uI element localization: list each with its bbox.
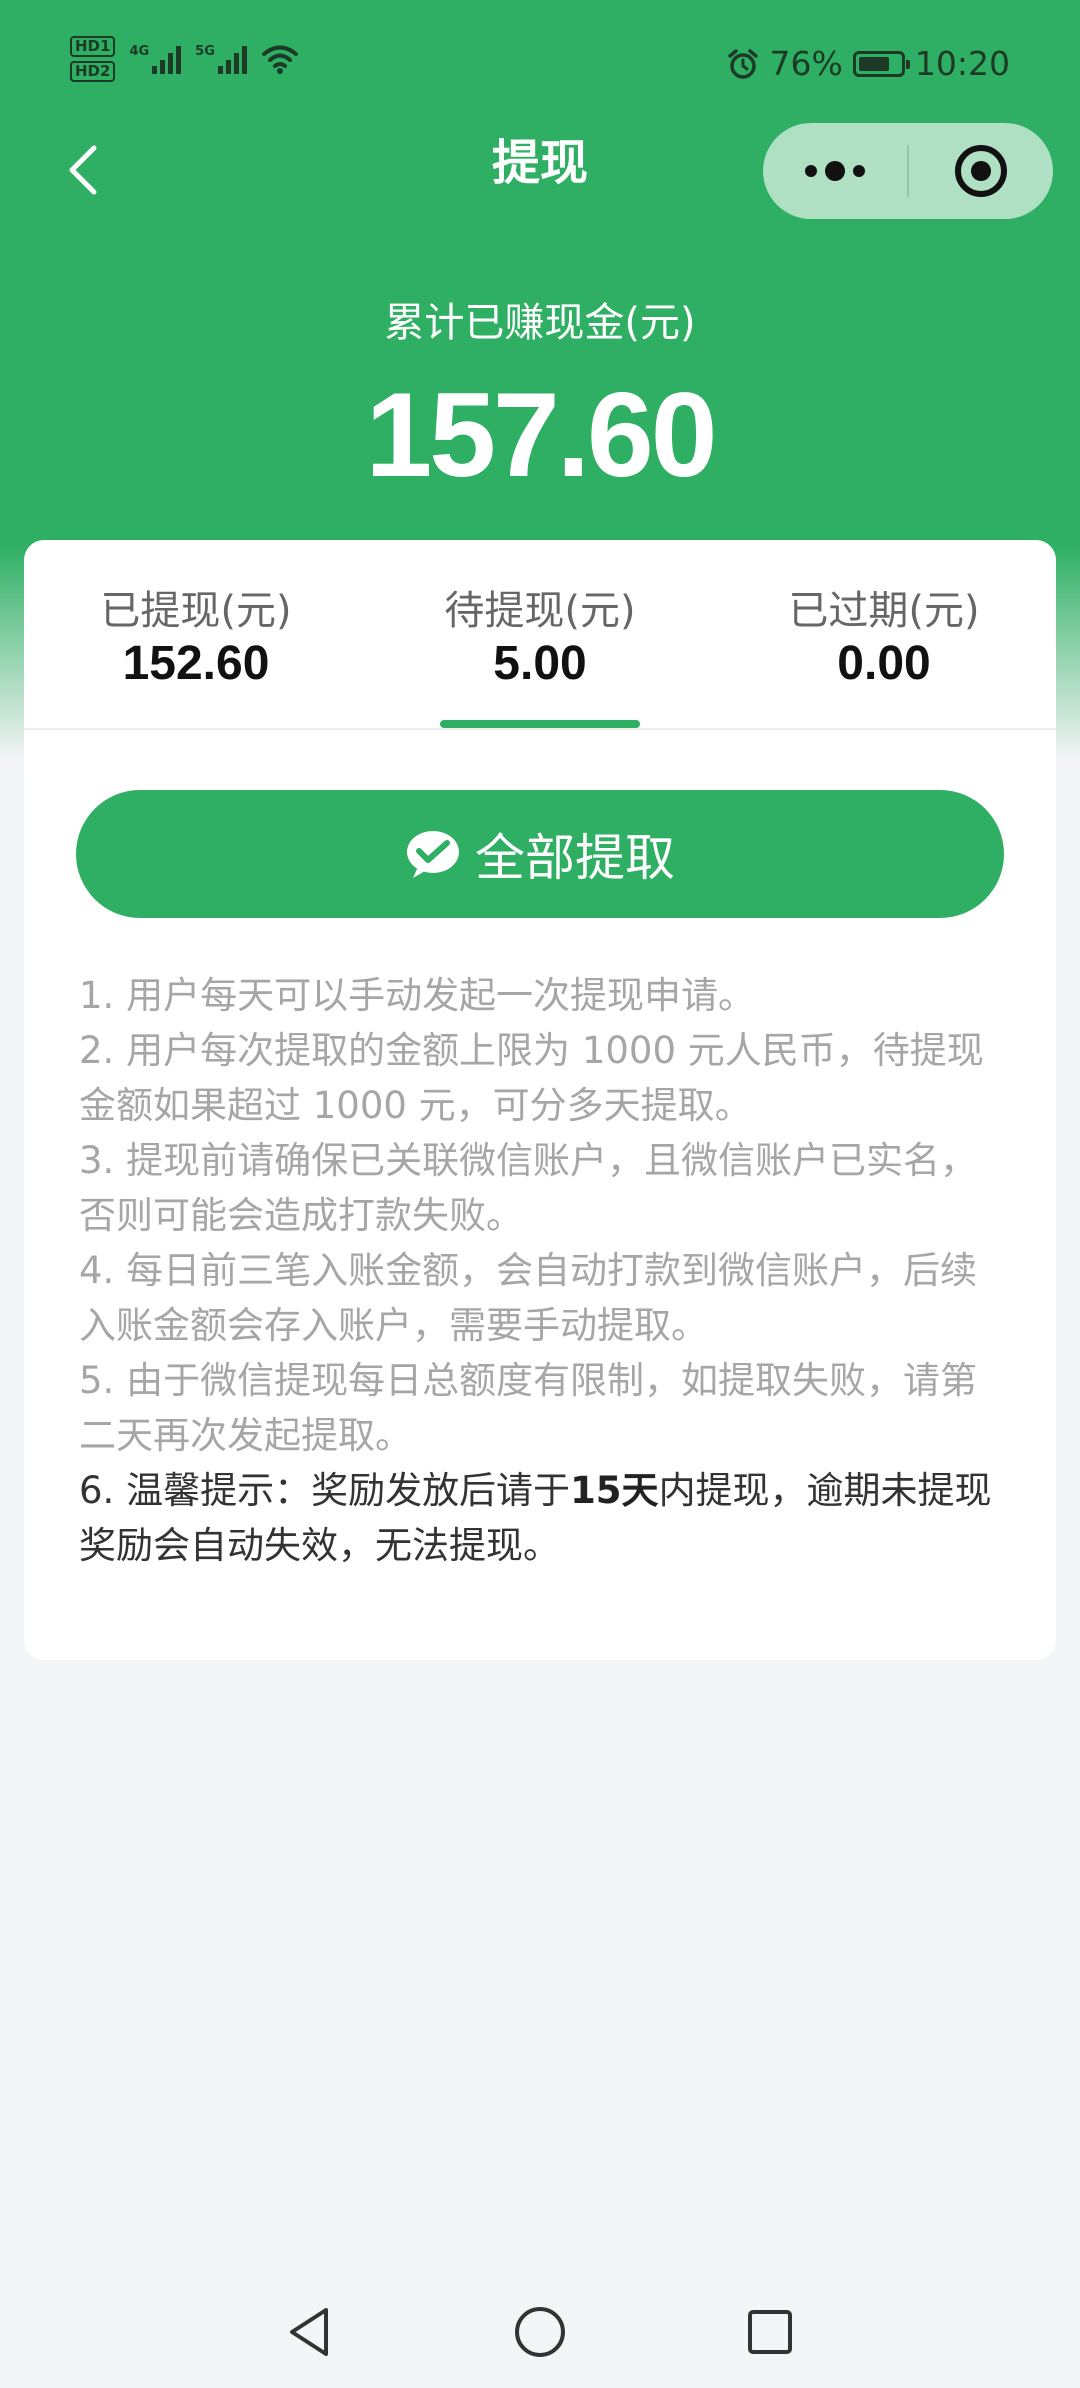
square-recents-icon	[748, 2310, 792, 2354]
withdraw-rules: 1. 用户每天可以手动发起一次提现申请。 2. 用户每次提取的金额上限为 100…	[79, 968, 1009, 1573]
withdraw-all-label: 全部提取	[475, 829, 675, 887]
tab-label: 已提现(元)	[100, 588, 292, 634]
reminder-tip: 6. 温馨提示：奖励发放后请于15天内提现，逾期未提现奖励会自动失效，无法提现。	[79, 1463, 1009, 1573]
status-right: 76% 10:20	[726, 44, 1010, 83]
tab-expired[interactable]: 已过期(元) 0.00	[712, 540, 1056, 728]
circle-home-icon	[515, 2307, 565, 2357]
clock: 10:20	[914, 44, 1010, 83]
hd-indicators: HD1 HD2	[70, 36, 116, 82]
triangle-back-icon	[290, 2308, 328, 2356]
tab-label: 已过期(元)	[788, 588, 980, 634]
tab-value: 152.60	[122, 637, 270, 690]
rule-item: 3. 提现前请确保已关联微信账户，且微信账户已实名，否则可能会造成打款失败。	[79, 1139, 978, 1237]
total-earnings-label: 累计已赚现金(元)	[384, 300, 696, 346]
rule-item: 4. 每日前三笔入账金额，会自动打款到微信账户，后续入账金额会存入账户，需要手动…	[79, 1249, 978, 1347]
tab-value: 0.00	[837, 637, 931, 690]
close-target-icon	[955, 145, 1007, 197]
close-button[interactable]	[909, 123, 1053, 219]
mini-program-capsule	[763, 123, 1053, 219]
alarm-icon	[727, 48, 758, 79]
tip-prefix: 6. 温馨提示：奖励发放后请于	[79, 1469, 571, 1512]
rule-item: 1. 用户每天可以手动发起一次提现申请。	[79, 974, 756, 1017]
wechat-pay-icon	[407, 831, 459, 878]
system-recents-button[interactable]	[740, 2302, 800, 2362]
tab-pending[interactable]: 待提现(元) 5.00	[368, 540, 712, 728]
rule-item: 2. 用户每次提取的金额上限为 1000 元人民币，待提现金额如果超过 1000…	[79, 1029, 984, 1127]
active-tab-indicator	[440, 720, 640, 728]
tab-value: 5.00	[493, 637, 587, 690]
net1-label: 4G	[129, 44, 150, 59]
tab-label: 待提现(元)	[444, 588, 636, 634]
wifi-icon	[261, 45, 298, 74]
hd2-badge: HD2	[70, 61, 116, 82]
system-back-button[interactable]	[280, 2302, 340, 2362]
tab-withdrawn[interactable]: 已提现(元) 152.60	[24, 540, 368, 728]
battery-percent: 76%	[769, 44, 843, 83]
more-dots-icon	[805, 161, 865, 181]
hd1-badge: HD1	[70, 36, 116, 57]
net2-label: 5G	[195, 44, 215, 59]
balance-tabs: 已提现(元) 152.60 待提现(元) 5.00 已过期(元) 0.00	[24, 540, 1056, 730]
signal-5g: 5G	[195, 44, 247, 74]
status-bar: HD1 HD2 4G 5G 76% 10:20	[0, 0, 1080, 128]
status-left: HD1 HD2 4G 5G	[70, 36, 299, 82]
battery-icon	[852, 50, 910, 77]
signal-icon	[152, 44, 182, 74]
withdraw-card: 已提现(元) 152.60 待提现(元) 5.00 已过期(元) 0.00 全部…	[24, 540, 1056, 1660]
rule-item: 5. 由于微信提现每日总额度有限制，如提取失败，请第二天再次发起提取。	[79, 1359, 978, 1457]
tip-emphasis: 15天	[570, 1469, 659, 1512]
signal-4g: 4G	[129, 44, 182, 74]
more-button[interactable]	[763, 123, 907, 219]
system-home-button[interactable]	[510, 2302, 570, 2362]
system-nav-bar	[0, 2290, 1080, 2380]
battery-level	[858, 56, 890, 71]
withdraw-all-button[interactable]: 全部提取	[76, 790, 1004, 918]
total-earnings-value: 157.60	[365, 368, 717, 502]
signal-icon	[217, 44, 247, 74]
